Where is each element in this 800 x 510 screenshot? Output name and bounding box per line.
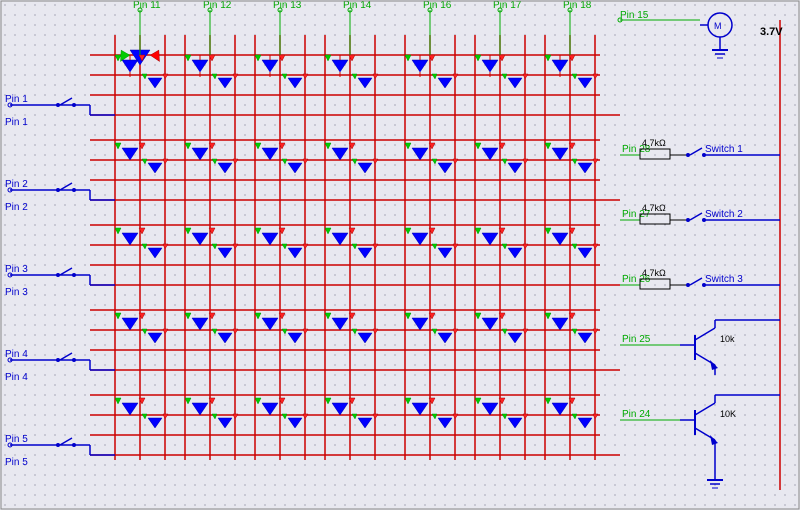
pin15-label: Pin 15	[620, 10, 649, 21]
pin25-label: Pin 25	[622, 334, 651, 345]
pin14-label: Pin 14	[343, 0, 372, 11]
resistor2-label: 4.7kΩ	[642, 203, 666, 213]
svg-text:M: M	[714, 21, 722, 31]
pin5-label: Pin 5	[5, 434, 28, 445]
pin5-bottom-label: Pin 5	[5, 457, 28, 468]
resistor3-label: 4.7kΩ	[642, 268, 666, 278]
pin2-bottom-label: Pin 2	[5, 202, 28, 213]
pin16-label: Pin 16	[423, 0, 452, 11]
pin1-bottom-label: Pin 1	[5, 117, 28, 128]
pin4-label: Pin 4	[5, 349, 28, 360]
pin11-label: Pin 11	[133, 0, 161, 11]
pin18-label: Pin 18	[563, 0, 592, 11]
voltage-label: 3.7V	[760, 26, 783, 38]
schematic-canvas: Pin 11 Pin 12 Pin 13 Pin 14 Pin 16 Pin 1…	[0, 0, 800, 510]
pin1-label: Pin 1	[5, 94, 28, 105]
pin4-bottom-label: Pin 4	[5, 372, 28, 383]
switch3-label: Switch 3	[705, 274, 743, 285]
switch2-label: Switch 2	[705, 209, 743, 220]
pin3-bottom-label: Pin 3	[5, 287, 28, 298]
pin13-label: Pin 13	[273, 0, 302, 11]
pin12-label: Pin 12	[203, 0, 232, 11]
transistor2-label: 10K	[720, 409, 736, 419]
pin2-label: Pin 2	[5, 179, 28, 190]
pin17-label: Pin 17	[493, 0, 522, 11]
resistor1-label: 4.7kΩ	[642, 138, 666, 148]
pin3-label: Pin 3	[5, 264, 28, 275]
transistor1-label: 10k	[720, 334, 735, 344]
switch1-label: Switch 1	[705, 144, 743, 155]
pin24-label: Pin 24	[622, 409, 651, 420]
